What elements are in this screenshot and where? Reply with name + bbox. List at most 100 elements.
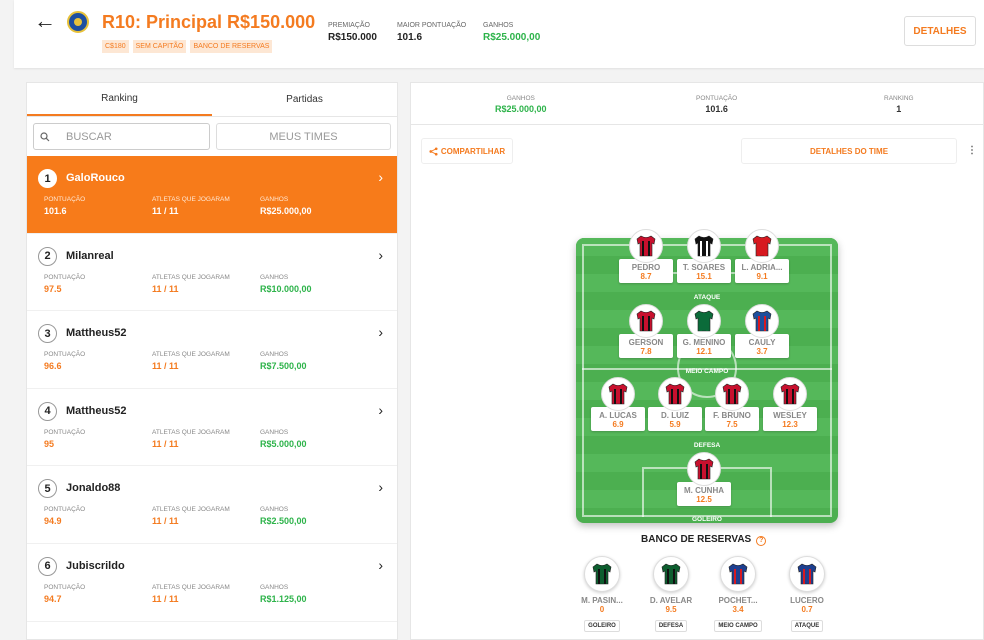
- player-card[interactable]: A. LUCAS 6.9: [591, 377, 645, 431]
- player-card[interactable]: G. MENINO 12.1: [677, 304, 731, 358]
- col-label: PONTUAÇÃO: [44, 428, 86, 436]
- jersey-icon: [720, 556, 756, 592]
- player-name: A. LUCAS: [599, 411, 637, 420]
- chevron-right-icon[interactable]: ›: [378, 247, 383, 263]
- jersey-icon: [629, 304, 663, 338]
- zone-label-goalkeeper: GOLEIRO: [692, 516, 722, 523]
- team-details-button[interactable]: DETALHES DO TIME: [741, 138, 957, 164]
- ranking-row[interactable]: 4 Mattheus52 › PONTUAÇÃO 95 ATLETAS QUE JOGAR…: [27, 389, 397, 467]
- team-name: Jubiscrildo: [66, 559, 125, 572]
- jersey-icon: [745, 229, 779, 263]
- header-bar: ← R10: Principal R$150.000 C$180 SEM CAP…: [14, 0, 984, 68]
- score-column: PONTUAÇÃO 94.9: [44, 506, 85, 526]
- player-card[interactable]: M. CUNHA 12.5: [677, 452, 731, 506]
- team-stat-score: PONTUAÇÃO 101.6: [696, 95, 737, 114]
- bench-player-score: 9.5: [665, 605, 677, 614]
- played-value: 11 / 11: [152, 593, 179, 604]
- played-column: ATLETAS QUE JOGARAM 11 / 11: [152, 196, 230, 216]
- player-card[interactable]: CAULY 3.7: [735, 304, 789, 358]
- team-panel: GANHOS R$25.000,00 PONTUAÇÃO 101.6 RANKI…: [410, 82, 984, 640]
- col-label: ATLETAS QUE JOGARAM: [152, 273, 230, 281]
- col-label: GANHOS: [260, 351, 289, 359]
- tab-matches[interactable]: Partidas: [212, 83, 397, 116]
- played-column: ATLETAS QUE JOGARAM 11 / 11: [152, 429, 230, 449]
- col-label: PONTUAÇÃO: [44, 506, 86, 514]
- team-stat-ranking: RANKING 1: [884, 95, 914, 114]
- player-name: M. CUNHA: [684, 486, 724, 495]
- score-column: PONTUAÇÃO 101.6: [44, 196, 85, 216]
- player-card[interactable]: WESLEY 12.3: [763, 377, 817, 431]
- player-score: 7.5: [726, 420, 738, 429]
- team-stats-bar: GANHOS R$25.000,00 PONTUAÇÃO 101.6 RANKI…: [411, 83, 983, 125]
- more-options-icon[interactable]: ⋮: [967, 145, 977, 156]
- search-row: BUSCAR MEUS TIMES: [27, 117, 397, 156]
- bench-position-badge: DEFESA: [654, 620, 688, 632]
- search-input[interactable]: BUSCAR: [33, 123, 211, 150]
- col-label: PONTUAÇÃO: [44, 583, 86, 591]
- winnings-column: GANHOS R$25.000,00: [260, 196, 312, 216]
- jersey-icon: [715, 377, 749, 411]
- ranking-row[interactable]: 1 GaloRouco › PONTUAÇÃO 101.6 ATLETAS QUE JOG…: [27, 156, 397, 234]
- bench-player[interactable]: LUCERO 0.7 ATAQUE: [779, 556, 835, 632]
- player-card[interactable]: F. BRUNO 7.5: [705, 377, 759, 431]
- winnings-column: GANHOS R$10.000,00: [260, 274, 312, 294]
- share-button[interactable]: COMPARTILHAR: [421, 138, 513, 164]
- ranking-position: 5: [38, 479, 57, 499]
- jersey-icon: [601, 377, 635, 411]
- bench-player[interactable]: POCHET... 3.4 MEIO CAMPO: [710, 556, 766, 632]
- player-card[interactable]: L. ADRIA... 9.1: [735, 229, 789, 283]
- stat-value: 101.6: [397, 32, 423, 43]
- help-icon[interactable]: ?: [756, 536, 767, 546]
- tag-price: C$180: [102, 40, 129, 53]
- ranking-position: 1: [38, 169, 57, 188]
- back-arrow-icon[interactable]: ←: [34, 10, 56, 32]
- stat-label: PREMIAÇÃO: [328, 22, 371, 29]
- player-name: T. SOARES: [682, 263, 726, 272]
- bench-player[interactable]: D. AVELAR 9.5 DEFESA: [643, 556, 699, 632]
- player-card[interactable]: GERSON 7.8: [619, 304, 673, 358]
- stat-label: PONTUAÇÃO: [696, 95, 738, 102]
- winnings-value: R$10.000,00: [260, 283, 312, 294]
- score-value: 95: [44, 438, 55, 449]
- bench-player-name: LUCERO: [790, 596, 824, 605]
- bench-player[interactable]: M. PASIN... 0 GOLEIRO: [574, 556, 630, 632]
- player-card[interactable]: D. LUIZ 5.9: [648, 377, 702, 431]
- bench-player-score: 3.4: [732, 605, 744, 614]
- stat-prize: PREMIAÇÃO R$150.000: [328, 22, 377, 43]
- my-teams-button[interactable]: MEUS TIMES: [216, 123, 391, 150]
- share-label: COMPARTILHAR: [440, 146, 506, 156]
- player-card[interactable]: T. SOARES 15.1: [677, 229, 731, 283]
- score-value: 97.5: [44, 283, 62, 294]
- player-card[interactable]: PEDRO 8.7: [619, 229, 673, 283]
- player-score: 12.3: [782, 420, 798, 429]
- player-score: 8.7: [640, 272, 652, 281]
- jersey-icon: [773, 377, 807, 411]
- col-label: GANHOS: [260, 273, 289, 281]
- player-score: 12.5: [696, 495, 712, 504]
- bench-player-name: POCHET...: [718, 596, 758, 605]
- bench-position-badge: ATAQUE: [790, 620, 824, 632]
- ranking-panel: Ranking Partidas BUSCAR MEUS TIMES 1 Galo…: [26, 82, 398, 640]
- tab-ranking[interactable]: Ranking: [27, 83, 212, 116]
- bench-position-badge: GOLEIRO: [584, 620, 620, 632]
- chevron-right-icon[interactable]: ›: [378, 169, 383, 185]
- stat-label: GANHOS: [483, 22, 514, 29]
- bench-player-score: 0: [599, 605, 605, 614]
- chevron-right-icon[interactable]: ›: [378, 557, 383, 573]
- ranking-row[interactable]: 6 Jubiscrildo › PONTUAÇÃO 94.7 ATLETAS QUE JO…: [27, 544, 397, 622]
- jersey-icon: [584, 556, 620, 592]
- details-button[interactable]: DETALHES: [904, 16, 976, 46]
- col-label: ATLETAS QUE JOGARAM: [152, 196, 230, 203]
- ranking-row[interactable]: 3 Mattheus52 › PONTUAÇÃO 96.6 ATLETAS QUE JOG…: [27, 311, 397, 389]
- player-name: D. LUIZ: [661, 411, 689, 420]
- stat-label: RANKING: [884, 95, 914, 102]
- played-column: ATLETAS QUE JOGARAM 11 / 11: [152, 351, 230, 371]
- chevron-right-icon[interactable]: ›: [378, 479, 383, 495]
- col-label: ATLETAS QUE JOGARAM: [152, 583, 230, 591]
- chevron-right-icon[interactable]: ›: [378, 324, 383, 340]
- chevron-right-icon[interactable]: ›: [378, 402, 383, 418]
- score-column: PONTUAÇÃO 95: [44, 429, 85, 449]
- player-score: 15.1: [696, 272, 712, 281]
- ranking-row[interactable]: 5 Jonaldo88 › PONTUAÇÃO 94.9 ATLETAS QUE JOGA…: [27, 466, 397, 544]
- ranking-row[interactable]: 2 Milanreal › PONTUAÇÃO 97.5 ATLETAS QUE JOGA…: [27, 234, 397, 312]
